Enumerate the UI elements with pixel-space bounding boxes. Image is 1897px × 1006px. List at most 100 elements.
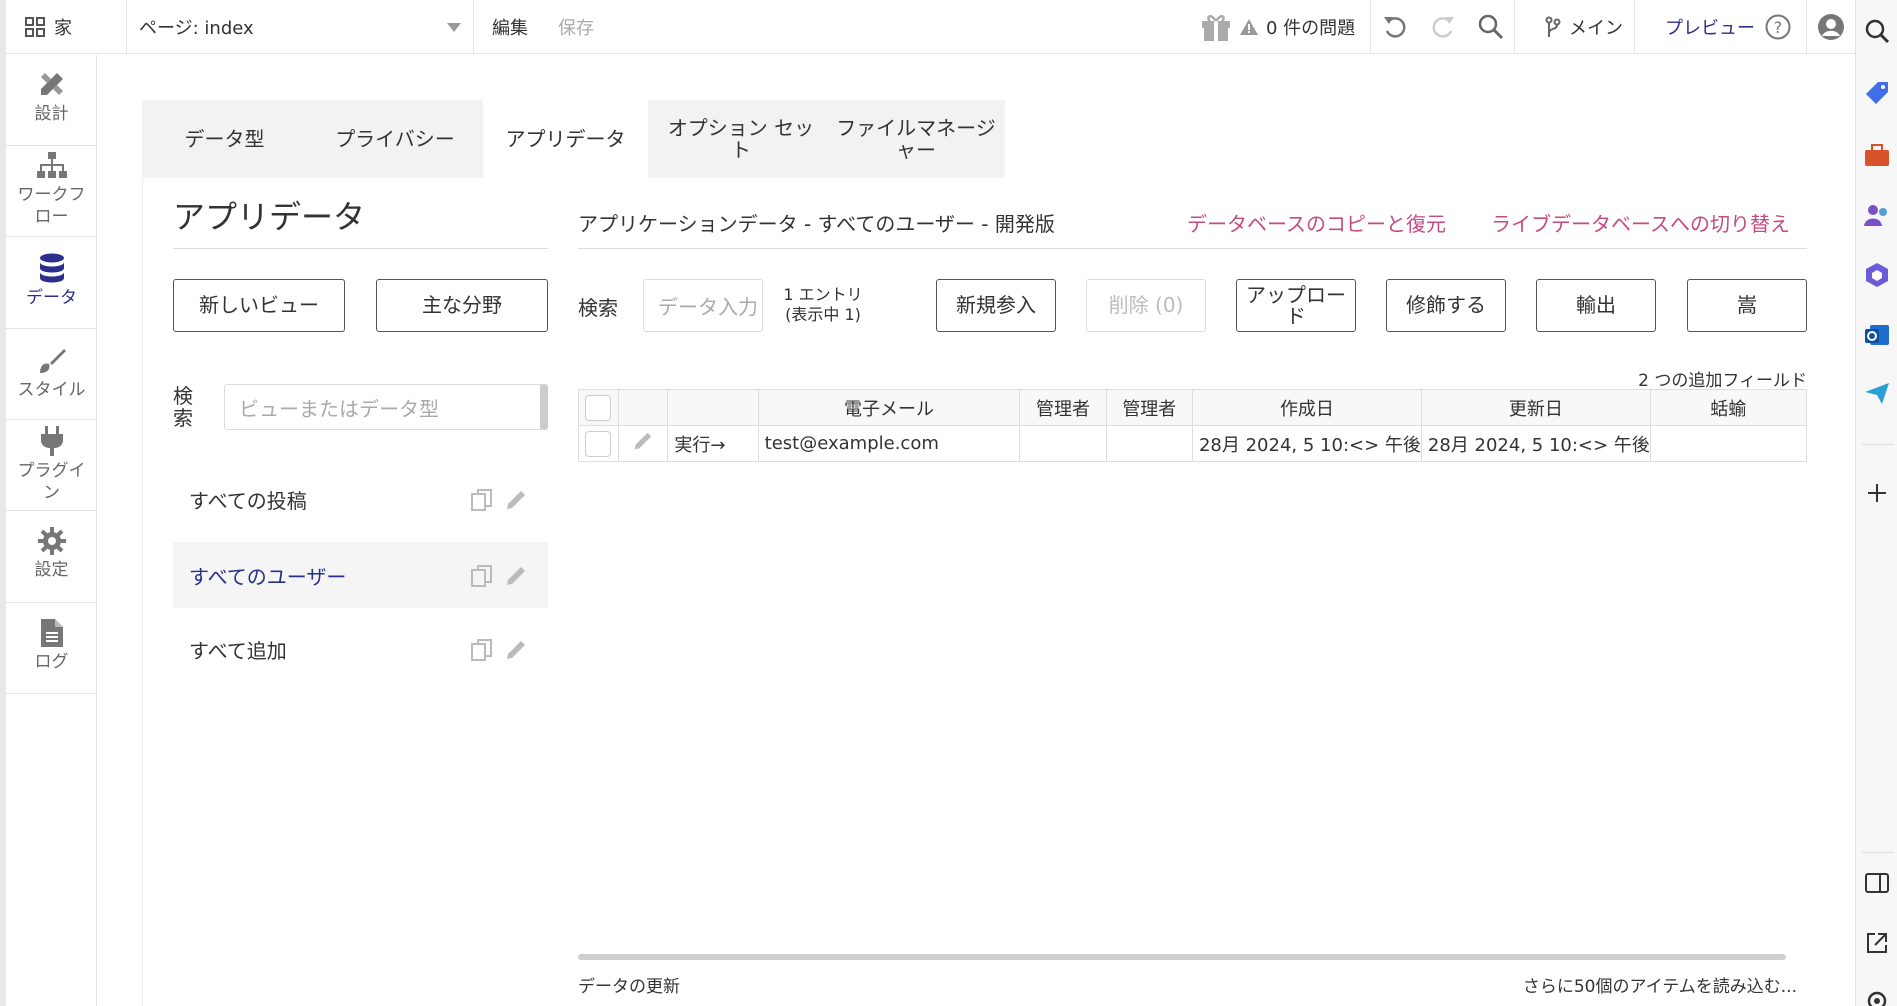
- people-icon[interactable]: [1864, 202, 1890, 228]
- page-selector[interactable]: ページ: index: [127, 0, 474, 54]
- redo-button[interactable]: [1419, 0, 1467, 54]
- nav-plugins[interactable]: プラグイン: [6, 420, 97, 511]
- tab-app-data[interactable]: アプリデータ: [483, 100, 648, 178]
- warning-icon: [1240, 19, 1258, 35]
- nav-logs[interactable]: ログ: [6, 603, 97, 694]
- edit-tab[interactable]: 編集: [492, 14, 528, 40]
- view-search-input[interactable]: ビューまたはデータ型: [224, 384, 548, 430]
- view-item-label: すべてのユーザー: [189, 564, 347, 589]
- additional-fields-link[interactable]: 2 つの追加フィールド: [1638, 366, 1807, 391]
- nav-design[interactable]: 設計: [6, 55, 97, 146]
- row-run-link[interactable]: 実行→: [667, 425, 759, 462]
- tab-file-manager[interactable]: ファイルマネージャー: [830, 100, 1002, 178]
- row-checkbox[interactable]: [585, 430, 612, 457]
- entry-search-input[interactable]: データ入力: [643, 279, 763, 332]
- brush-icon: [39, 349, 66, 373]
- nav-workflow[interactable]: ワークフロー: [6, 146, 97, 237]
- send-icon[interactable]: [1864, 380, 1890, 406]
- row-created: 28月 2024, 5 10:<> 午後: [1191, 425, 1422, 462]
- left-nav: 設計 ワークフロー データ スタイル プラグイン 設定 ログ: [6, 55, 97, 1006]
- copy-icon[interactable]: [470, 564, 494, 588]
- delete-button[interactable]: 削除 (0): [1086, 279, 1206, 332]
- save-button[interactable]: 保存: [558, 14, 594, 40]
- tab-option-sets[interactable]: オプション セット: [661, 100, 821, 178]
- briefcase-icon[interactable]: [1864, 142, 1890, 168]
- column-header-created[interactable]: 作成日: [1191, 389, 1422, 426]
- column-header-admin[interactable]: 管理者: [1019, 389, 1107, 426]
- column-header-updated[interactable]: 更新日: [1420, 389, 1651, 426]
- modify-button[interactable]: 修飾する: [1386, 279, 1506, 332]
- document-icon: [40, 619, 63, 647]
- entry-count: 1 エントリ (表示中 1): [773, 285, 873, 325]
- sidebar-toggle-icon[interactable]: [1864, 870, 1890, 896]
- database-icon: [39, 253, 64, 283]
- issues-count: 0 件の問題: [1266, 18, 1356, 39]
- copy-icon[interactable]: [470, 638, 494, 662]
- hexagon-app-icon[interactable]: [1864, 262, 1890, 288]
- settings-icon[interactable]: [1864, 988, 1890, 1006]
- nav-style-label: スタイル: [17, 380, 86, 400]
- horizontal-scrollbar[interactable]: [578, 954, 1786, 960]
- nav-workflow-label: ワークフロー: [17, 185, 86, 227]
- page-title: アプリデータ: [173, 198, 366, 236]
- copy-icon[interactable]: [470, 488, 494, 512]
- divider: [173, 248, 548, 249]
- nav-data-label: データ: [26, 288, 77, 308]
- tag-icon[interactable]: [1864, 80, 1890, 106]
- nav-style[interactable]: スタイル: [6, 329, 97, 420]
- column-header-email[interactable]: 電子メール: [757, 389, 1021, 426]
- external-link-icon[interactable]: [1864, 930, 1890, 956]
- view-item-all-users[interactable]: すべてのユーザー: [173, 542, 548, 608]
- new-view-button[interactable]: 新しいビュー: [173, 279, 345, 332]
- select-all-cell: [578, 389, 619, 426]
- plug-icon: [40, 426, 63, 456]
- upload-button[interactable]: アップロード: [1236, 279, 1356, 332]
- pencil-icon[interactable]: [504, 638, 528, 662]
- grid-icon: [25, 17, 45, 37]
- new-entry-button[interactable]: 新規参入: [936, 279, 1056, 332]
- pencil-icon[interactable]: [632, 430, 654, 452]
- chevron-down-icon: [447, 23, 461, 32]
- column-header-admin[interactable]: 管理者: [1105, 389, 1193, 426]
- tab-privacy[interactable]: プライバシー: [307, 100, 483, 178]
- help-icon[interactable]: ?: [1765, 14, 1791, 40]
- preview-area[interactable]: プレビュー ?: [1635, 0, 1807, 54]
- column-header-run: [667, 389, 759, 426]
- select-all-checkbox[interactable]: [585, 394, 612, 421]
- copy-restore-link[interactable]: データベースのコピーと復元: [1187, 208, 1446, 237]
- outlook-icon[interactable]: [1864, 322, 1890, 348]
- bulk-button[interactable]: 嵩: [1687, 279, 1807, 332]
- nav-settings-label: 設定: [34, 560, 69, 580]
- undo-button[interactable]: [1371, 0, 1419, 54]
- data-table: 電子メール 管理者 管理者 作成日 更新日 蛞蝓 実行→ test@exampl…: [578, 389, 1808, 462]
- account-button[interactable]: [1807, 0, 1855, 54]
- issues-area[interactable]: 0 件の問題: [1196, 0, 1371, 54]
- view-item-all-added[interactable]: すべて追加: [173, 616, 548, 682]
- search-icon[interactable]: [1864, 18, 1890, 44]
- preview-link[interactable]: プレビュー: [1665, 14, 1755, 40]
- pencil-icon[interactable]: [504, 488, 528, 512]
- primary-fields-button[interactable]: 主な分野: [376, 279, 548, 332]
- load-more-link[interactable]: さらに50個のアイテムを読み込む...: [1523, 972, 1797, 997]
- tab-data-types[interactable]: データ型: [142, 100, 307, 178]
- refresh-data-link[interactable]: データの更新: [578, 972, 680, 997]
- view-item-all-posts[interactable]: すべての投稿: [173, 466, 548, 532]
- redo-icon: [1432, 17, 1454, 38]
- view-item-label: すべて追加: [189, 638, 287, 663]
- search-button[interactable]: [1467, 0, 1515, 54]
- nav-data[interactable]: データ: [6, 237, 97, 329]
- top-bar: 家 ページ: index 編集 保存 0 件の問題 メイン プレビュー ?: [6, 0, 1855, 54]
- nav-settings[interactable]: 設定: [6, 511, 97, 603]
- branch-label: メイン: [1569, 18, 1623, 39]
- design-icon: [40, 73, 63, 95]
- data-header-title: アプリケーションデータ - すべてのユーザー - 開発版: [578, 212, 1055, 236]
- pencil-icon[interactable]: [504, 564, 528, 588]
- switch-live-db-link[interactable]: ライブデータベースへの切り替え: [1491, 208, 1790, 237]
- data-tabs: データ型 プライバシー アプリデータ オプション セット ファイルマネージャー: [142, 100, 1005, 178]
- export-button[interactable]: 輸出: [1536, 279, 1656, 332]
- home-menu[interactable]: 家: [6, 0, 127, 54]
- branch-selector[interactable]: メイン: [1515, 0, 1635, 54]
- plus-icon[interactable]: [1864, 480, 1890, 506]
- column-header-slug[interactable]: 蛞蝓: [1649, 389, 1808, 426]
- table-row[interactable]: 実行→ test@example.com 28月 2024, 5 10:<> 午…: [578, 425, 1808, 462]
